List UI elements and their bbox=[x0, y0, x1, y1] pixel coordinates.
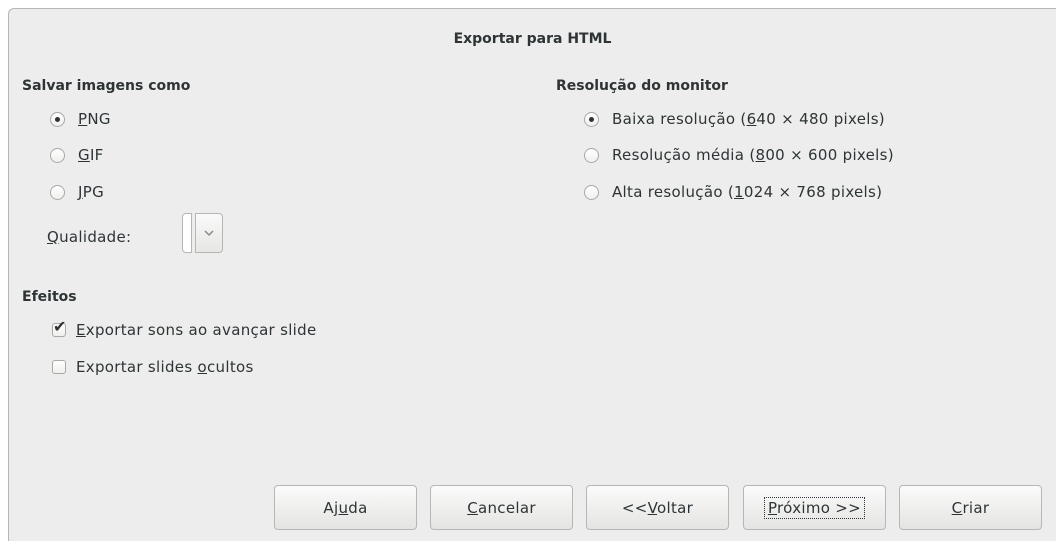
quality-dropdown-button[interactable] bbox=[195, 213, 223, 253]
radio-medium-resolution[interactable]: Resolução média (800 × 600 pixels) bbox=[584, 146, 894, 164]
radio-medium-resolution-label: Resolução média (800 × 600 pixels) bbox=[612, 146, 894, 164]
title-bar: Exportar para HTML bbox=[9, 9, 1056, 64]
checkbox-export-hidden-slides[interactable]: Exportar slides ocultos bbox=[52, 358, 254, 376]
resolution-heading: Resolução do monitor bbox=[556, 78, 728, 94]
checkbox-export-sounds[interactable]: ✔ Exportar sons ao avançar slide bbox=[52, 319, 317, 339]
radio-jpg-label: JPG bbox=[78, 183, 105, 201]
cancel-button-label: Cancelar bbox=[467, 498, 536, 517]
effects-heading: Efeitos bbox=[22, 289, 77, 305]
help-button-label: Ajuda bbox=[323, 498, 368, 517]
cancel-button[interactable]: Cancelar bbox=[430, 485, 573, 530]
back-button-label: <<Voltar bbox=[621, 498, 694, 517]
radio-png[interactable]: PNG bbox=[50, 110, 111, 128]
radio-indicator[interactable] bbox=[50, 147, 65, 163]
radio-jpg[interactable]: JPG bbox=[50, 183, 104, 201]
radio-high-resolution[interactable]: Alta resolução (1024 × 768 pixels) bbox=[584, 183, 882, 201]
radio-high-resolution-label: Alta resolução (1024 × 768 pixels) bbox=[612, 183, 883, 201]
create-button-label: Criar bbox=[951, 498, 990, 517]
next-button-label: Próximo >> bbox=[763, 496, 866, 519]
checkbox-indicator[interactable] bbox=[52, 360, 66, 374]
radio-indicator[interactable] bbox=[584, 111, 599, 127]
radio-indicator[interactable] bbox=[584, 147, 599, 163]
radio-indicator[interactable] bbox=[50, 184, 65, 200]
radio-png-label: PNG bbox=[78, 110, 111, 128]
chevron-down-icon bbox=[204, 229, 214, 236]
quality-label: Qualidade: bbox=[47, 228, 132, 246]
dialog-title: Exportar para HTML bbox=[453, 31, 612, 47]
checkmark-icon: ✔ bbox=[53, 317, 67, 336]
radio-low-resolution-label: Baixa resolução (640 × 480 pixels) bbox=[612, 110, 885, 128]
radio-indicator[interactable] bbox=[50, 111, 65, 127]
checkbox-export-sounds-label: Exportar sons ao avançar slide bbox=[76, 321, 317, 339]
checkbox-indicator[interactable]: ✔ bbox=[52, 319, 66, 337]
radio-gif-label: GIF bbox=[78, 146, 104, 164]
radio-gif[interactable]: GIF bbox=[50, 146, 104, 164]
radio-low-resolution[interactable]: Baixa resolução (640 × 480 pixels) bbox=[584, 110, 885, 128]
back-button[interactable]: <<Voltar bbox=[586, 485, 729, 530]
radio-indicator[interactable] bbox=[584, 184, 599, 200]
help-button[interactable]: Ajuda bbox=[274, 485, 417, 530]
images-heading: Salvar imagens como bbox=[22, 78, 191, 94]
create-button[interactable]: Criar bbox=[899, 485, 1042, 530]
quality-input[interactable] bbox=[182, 213, 192, 253]
export-html-dialog: Exportar para HTML Salvar imagens como P… bbox=[8, 8, 1056, 541]
checkbox-export-hidden-slides-label: Exportar slides ocultos bbox=[76, 358, 254, 376]
next-button[interactable]: Próximo >> bbox=[743, 485, 886, 530]
